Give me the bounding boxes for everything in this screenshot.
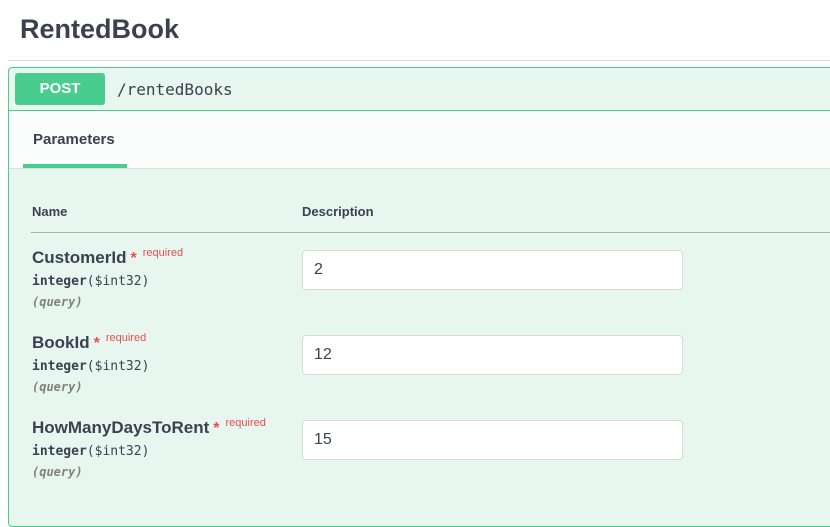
- parameter-type-label: integer: [32, 444, 87, 459]
- howmanydaystorent-input[interactable]: [302, 420, 683, 460]
- parameter-in: (query): [32, 380, 83, 394]
- parameter-type-label: integer: [32, 274, 87, 289]
- column-header-description: Description: [302, 204, 374, 219]
- parameter-name: BookId * required: [32, 332, 147, 353]
- parameter-in: (query): [32, 465, 83, 479]
- column-header-name: Name: [32, 204, 68, 219]
- parameter-format: ($int32): [86, 274, 150, 289]
- operation-block: POST /rentedBooks Parameters Name Descri…: [8, 67, 830, 527]
- required-label: required: [105, 332, 147, 344]
- parameter-name-label: HowManyDaysToRent: [32, 418, 210, 437]
- operation-path: /rentedBooks: [117, 80, 233, 99]
- parameter-name-label: CustomerId: [32, 248, 127, 267]
- required-star: *: [130, 250, 137, 267]
- parameter-in: (query): [32, 295, 83, 309]
- parameter-format: ($int32): [86, 444, 150, 459]
- tab-parameters-label: Parameters: [33, 131, 115, 148]
- section-title[interactable]: RentedBook: [20, 14, 179, 45]
- parameter-type: integer($int32): [32, 274, 149, 289]
- required-label: required: [142, 247, 184, 259]
- required-star: *: [93, 335, 100, 352]
- parameter-name: CustomerId * required: [32, 247, 184, 268]
- parameter-type-label: integer: [32, 359, 87, 374]
- parameter-type: integer($int32): [32, 444, 149, 459]
- required-label: required: [225, 417, 266, 429]
- bookid-input[interactable]: [302, 335, 683, 375]
- required-star: *: [213, 420, 220, 437]
- tab-parameters[interactable]: Parameters: [23, 111, 127, 168]
- customerid-input[interactable]: [302, 250, 683, 290]
- header-divider: [31, 232, 830, 233]
- parameter-type: integer($int32): [32, 359, 149, 374]
- title-divider: [8, 60, 830, 61]
- parameter-row: HowManyDaysToRent * required integer($int3…: [9, 417, 830, 498]
- parameter-format: ($int32): [86, 359, 150, 374]
- parameter-name: HowManyDaysToRent * required: [32, 417, 266, 438]
- operation-summary[interactable]: POST /rentedBooks: [9, 68, 830, 111]
- parameter-name-label: BookId: [32, 333, 90, 352]
- parameter-row: CustomerId * required integer($int32) (que…: [9, 247, 830, 328]
- method-badge: POST: [15, 73, 105, 105]
- tab-header: Parameters: [9, 111, 830, 169]
- parameter-row: BookId * required integer($int32) (query): [9, 332, 830, 413]
